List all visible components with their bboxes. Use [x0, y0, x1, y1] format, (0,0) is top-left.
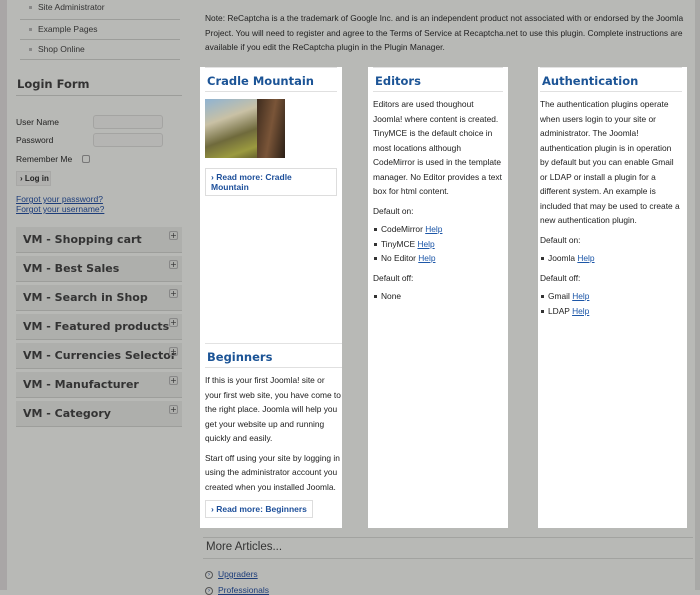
menu-item-site-administrator[interactable]: Site Administrator [20, 0, 180, 20]
authentication-paragraph: The authentication plugins operate when … [540, 99, 680, 225]
forgot-password-link[interactable]: Forgot your password? [16, 194, 103, 204]
left-edge [0, 0, 7, 590]
list-item: TinyMCE Help [373, 237, 503, 252]
read-more-label: Read more: Cradle Mountain [211, 172, 292, 192]
login-button[interactable]: › Log in [16, 171, 51, 186]
list-item: No Editor Help [373, 251, 503, 266]
username-input[interactable] [93, 115, 163, 129]
remember-checkbox[interactable] [82, 155, 90, 163]
default-off-label: Default off: [373, 272, 414, 283]
help-link[interactable]: Help [417, 239, 434, 249]
default-on-label: Default on: [373, 205, 414, 216]
more-articles-heading: More Articles... [203, 537, 693, 559]
more-article-link-professionals[interactable]: › Professionals [205, 585, 269, 595]
help-link[interactable]: Help [577, 253, 594, 263]
read-more-beginners[interactable]: › Read more: Beginners [205, 500, 313, 518]
module-shopping-cart[interactable]: VM - Shopping cart + [16, 227, 182, 253]
default-on-list: CodeMirror Help TinyMCE Help No Editor H… [373, 222, 503, 266]
module-title: VM - Manufacturer [23, 378, 139, 391]
article-authentication: Authentication The authentication plugin… [538, 67, 687, 528]
expand-icon[interactable]: + [169, 376, 178, 385]
menu-item-shop-online[interactable]: Shop Online [20, 40, 180, 60]
article-title-authentication[interactable]: Authentication [540, 67, 682, 92]
article-title-beginners[interactable]: Beginners [205, 343, 342, 368]
module-title: VM - Shopping cart [23, 233, 142, 246]
password-input[interactable] [93, 133, 163, 147]
module-title: VM - Currencies Selector [23, 349, 177, 362]
expand-icon[interactable]: + [169, 347, 178, 356]
beginners-paragraph-1: If this is your first Joomla! site or yo… [205, 375, 341, 443]
menu-item-example-pages[interactable]: Example Pages [20, 20, 180, 40]
default-off-list: Gmail Help LDAP Help [540, 289, 682, 318]
module-title: VM - Best Sales [23, 262, 120, 275]
forgot-username-link[interactable]: Forgot your username? [16, 204, 104, 214]
login-button-label: Log in [24, 174, 49, 183]
editors-paragraph: Editors are used thoughout Joomla! where… [373, 99, 502, 196]
expand-icon[interactable]: + [169, 260, 178, 269]
module-title: VM - Featured products [23, 320, 170, 333]
default-off-list: None [373, 289, 503, 304]
help-link[interactable]: Help [572, 306, 589, 316]
scrollbar[interactable] [695, 0, 700, 590]
module-featured-products[interactable]: VM - Featured products + [16, 314, 182, 340]
chevron-right-icon: › [205, 570, 213, 579]
list-item: CodeMirror Help [373, 222, 503, 237]
expand-icon[interactable]: + [169, 231, 178, 240]
article-title-editors[interactable]: Editors [373, 67, 503, 92]
password-label: Password [16, 135, 54, 145]
more-article-link-upgraders[interactable]: › Upgraders [205, 569, 258, 579]
beginners-paragraph-2: Start off using your site by logging in … [205, 452, 340, 492]
help-link[interactable]: Help [572, 291, 589, 301]
module-currencies-selector[interactable]: VM - Currencies Selector + [16, 343, 182, 369]
divider [16, 95, 182, 96]
article-title-cradle-mountain[interactable]: Cradle Mountain [205, 67, 337, 92]
default-off-label: Default off: [540, 272, 581, 283]
main-menu: Site Administrator Example Pages Shop On… [20, 0, 180, 60]
recaptcha-note: Note: ReCaptcha is a the trademark of Go… [205, 13, 684, 53]
module-category[interactable]: VM - Category + [16, 401, 182, 427]
default-on-list: Joomla Help [540, 251, 682, 266]
list-item: None [373, 289, 503, 304]
chevron-right-icon: › [205, 586, 213, 595]
read-more-label: Read more: Beginners [216, 504, 307, 514]
list-item: LDAP Help [540, 304, 682, 319]
module-best-sales[interactable]: VM - Best Sales + [16, 256, 182, 282]
login-form-title: Login Form [17, 77, 90, 91]
list-item: Gmail Help [540, 289, 682, 304]
article-column-1: Cradle Mountain › Read more: Cradle Moun… [200, 67, 342, 528]
read-more-cradle-mountain[interactable]: › Read more: Cradle Mountain [205, 168, 337, 196]
module-title: VM - Category [23, 407, 111, 420]
help-link[interactable]: Help [418, 253, 435, 263]
expand-icon[interactable]: + [169, 405, 178, 414]
default-on-label: Default on: [540, 234, 581, 245]
help-link[interactable]: Help [425, 224, 442, 234]
module-title: VM - Search in Shop [23, 291, 148, 304]
remember-label: Remember Me [16, 154, 73, 164]
module-search-in-shop[interactable]: VM - Search in Shop + [16, 285, 182, 311]
list-item: Joomla Help [540, 251, 682, 266]
username-label: User Name [16, 117, 59, 127]
module-manufacturer[interactable]: VM - Manufacturer + [16, 372, 182, 398]
article-editors: Editors Editors are used thoughout Jooml… [368, 67, 508, 528]
cradle-mountain-image [205, 99, 285, 158]
expand-icon[interactable]: + [169, 289, 178, 298]
expand-icon[interactable]: + [169, 318, 178, 327]
